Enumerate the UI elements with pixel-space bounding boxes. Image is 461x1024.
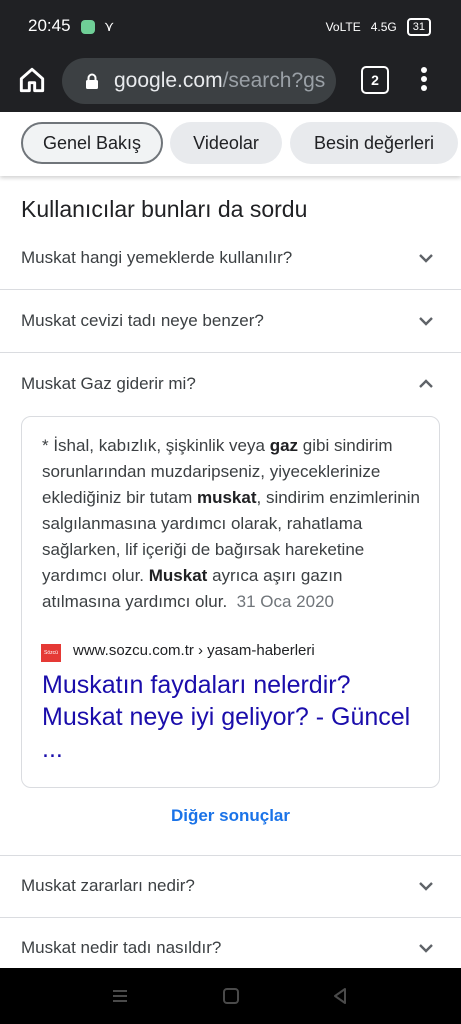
chip-besin-degerleri[interactable]: Besin değerleri: [290, 122, 458, 164]
question-item[interactable]: Muskat zararları nedir?: [0, 856, 461, 918]
answer-highlight: gaz: [269, 436, 299, 455]
back-nav-icon[interactable]: [330, 986, 350, 1006]
lock-icon: [84, 73, 100, 89]
more-results-button[interactable]: Diğer sonuçlar: [0, 806, 461, 826]
result-link[interactable]: Muskatın faydaları nelerdir? Muskat neye…: [42, 669, 417, 765]
answer-highlight: Muskat: [148, 566, 208, 585]
question-text: Muskat zararları nedir?: [21, 876, 195, 895]
chip-videolar[interactable]: Videolar: [170, 122, 282, 164]
chevron-up-icon: [417, 375, 435, 393]
more-vert-icon[interactable]: [414, 66, 434, 92]
chevron-down-icon: [417, 312, 435, 330]
chip-genel-bakis[interactable]: Genel Bakış: [21, 122, 163, 164]
question-text: Muskat hangi yemeklerde kullanılır?: [21, 248, 293, 267]
status-time: 20:45: [28, 16, 71, 35]
question-text: Muskat nedir tadı nasıldır?: [21, 938, 222, 957]
url-path: /search?gs: [222, 69, 326, 92]
question-item[interactable]: Muskat hangi yemeklerde kullanılır?: [0, 228, 461, 290]
question-item[interactable]: Muskat cevizi tadı neye benzer?: [0, 291, 461, 353]
answer-part: * İshal, kabızlık, şişkinlik veya: [42, 436, 270, 455]
home-icon[interactable]: [16, 64, 48, 96]
address-bar[interactable]: google.com/search?gs: [62, 58, 336, 104]
source-line[interactable]: Sözcü www.sozcu.com.tr › yasam-haberleri: [41, 641, 421, 665]
browser-toolbar: google.com/search?gs 2: [0, 52, 461, 112]
status-bar: 20:45 ⋎ VoLTE 4.5G 31: [0, 0, 461, 52]
tab-switcher-button[interactable]: 2: [361, 66, 389, 94]
chevron-down-icon: [417, 249, 435, 267]
app-notification-icon: [81, 20, 95, 34]
answer-highlight: muskat: [196, 488, 257, 507]
menu-nav-icon[interactable]: [110, 986, 130, 1006]
volte-indicator: VoLTE: [325, 20, 361, 34]
chevron-down-icon: [417, 939, 435, 957]
status-indicators: VoLTE 4.5G 31: [326, 18, 431, 36]
question-text: Muskat cevizi tadı neye benzer?: [21, 311, 264, 330]
answer-date: 31 Oca 2020: [236, 592, 334, 611]
site-favicon-icon: Sözcü: [41, 644, 61, 662]
filter-chips: Genel Bakış Videolar Besin değerleri: [0, 112, 461, 176]
source-url: www.sozcu.com.tr › yasam-haberleri: [73, 642, 315, 659]
answer-card: * İshal, kabızlık, şişkinlik veya gaz gi…: [21, 416, 440, 788]
question-text: Muskat Gaz giderir mi?: [21, 374, 196, 393]
chevron-down-icon: [417, 877, 435, 895]
square-nav-icon[interactable]: [221, 986, 241, 1006]
battery-indicator: 31: [406, 18, 431, 36]
answer-text: * İshal, kabızlık, şişkinlik veya gaz gi…: [42, 433, 422, 615]
question-item-expanded[interactable]: Muskat Gaz giderir mi?: [0, 354, 461, 416]
system-nav-bar: [0, 968, 461, 1024]
url-text: google.com/search?gs: [114, 69, 326, 93]
notification-icon: ⋎: [104, 18, 115, 34]
section-title: Kullanıcılar bunları da sordu: [21, 196, 308, 222]
signal-indicator: 4.5G: [370, 20, 397, 34]
url-host: google.com: [114, 69, 223, 92]
